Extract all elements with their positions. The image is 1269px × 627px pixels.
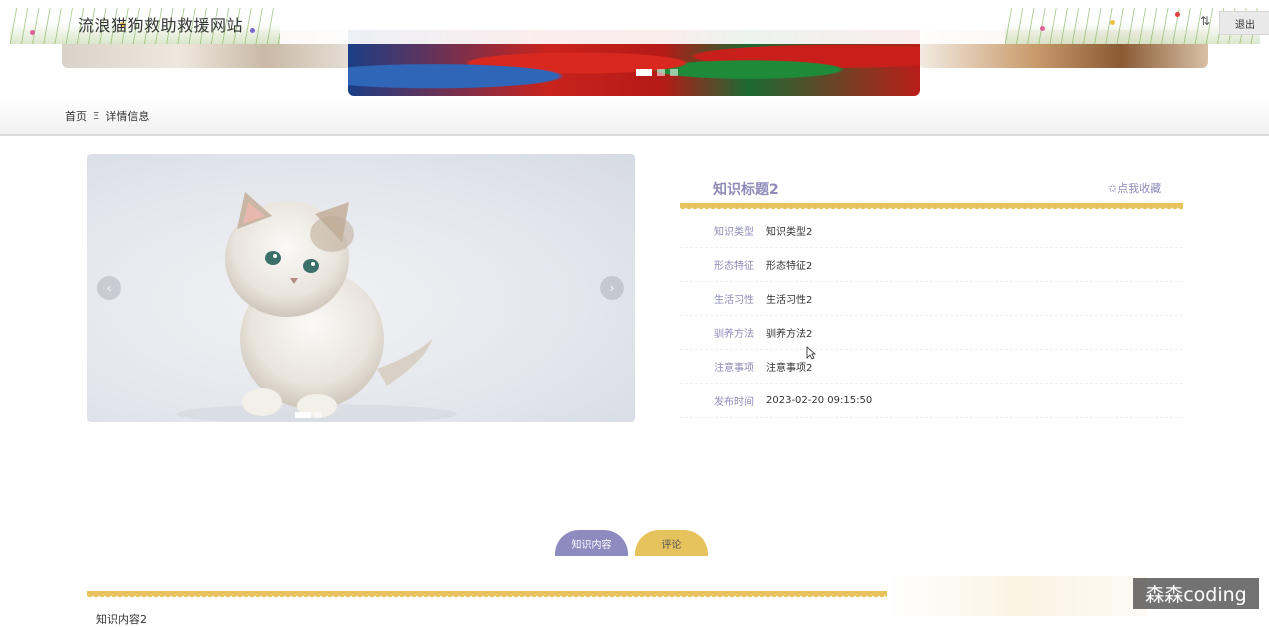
- detail-image-carousel: ‹ ›: [87, 154, 635, 422]
- info-row-notes: 注意事项 注意事项2: [680, 349, 1183, 384]
- banner-indicator-2[interactable]: [657, 69, 665, 76]
- info-value: 2023-02-20 09:15:50: [766, 394, 873, 406]
- breadcrumb-bar: 首页 Ξ 详情信息: [0, 98, 1269, 136]
- carousel-next-button[interactable]: ›: [600, 276, 624, 300]
- site-title: 流浪猫狗救助救援网站: [78, 16, 244, 35]
- info-row-training: 驯养方法 驯养方法2: [680, 315, 1183, 350]
- user-arrows-icon[interactable]: ⇅: [1200, 14, 1210, 28]
- info-label: 注意事项: [714, 362, 754, 374]
- flower-decoration: [1175, 12, 1180, 17]
- info-row-type: 知识类型 知识类型2: [680, 213, 1183, 248]
- banner-indicator-1[interactable]: [636, 69, 652, 76]
- favorite-button[interactable]: ✩点我收藏: [1108, 180, 1161, 196]
- info-value: 注意事项2: [766, 362, 813, 374]
- info-label: 发布时间: [714, 396, 754, 408]
- carousel-indicator-1[interactable]: [295, 412, 311, 418]
- content-scallop-divider: [87, 591, 887, 602]
- flower-decoration: [1110, 20, 1115, 25]
- info-value: 生活习性2: [766, 294, 813, 306]
- kitten-image: [177, 192, 457, 422]
- info-row-publish-time: 发布时间 2023-02-20 09:15:50: [680, 383, 1183, 418]
- breadcrumb-current: 详情信息: [105, 110, 150, 123]
- info-value: 驯养方法2: [766, 328, 813, 340]
- info-row-features: 形态特征 形态特征2: [680, 247, 1183, 282]
- info-label: 形态特征: [714, 260, 754, 272]
- mouse-cursor-icon: [806, 346, 816, 360]
- info-row-habits: 生活习性 生活习性2: [680, 281, 1183, 316]
- carousel-prev-button[interactable]: ‹: [97, 276, 121, 300]
- breadcrumb-separator-icon: Ξ: [93, 110, 100, 122]
- carousel-indicator-2[interactable]: [315, 412, 321, 418]
- site-header: 流浪猫狗救助救援网站 ⇅ 退出: [0, 0, 1269, 44]
- breadcrumb-home-link[interactable]: 首页: [65, 108, 87, 124]
- banner-indicator-3[interactable]: [670, 69, 678, 76]
- tab-knowledge-content[interactable]: 知识内容: [555, 530, 628, 556]
- flower-decoration: [1040, 26, 1045, 31]
- logout-button[interactable]: 退出: [1219, 11, 1269, 35]
- info-label: 知识类型: [714, 226, 754, 238]
- video-watermark: 森森coding: [1133, 578, 1259, 609]
- info-label: 驯养方法: [714, 328, 754, 340]
- info-label: 生活习性: [714, 294, 754, 306]
- flower-decoration: [250, 28, 255, 33]
- info-value: 形态特征2: [766, 260, 813, 272]
- breadcrumb: 首页 Ξ 详情信息: [65, 108, 149, 124]
- detail-title: 知识标题2: [713, 182, 779, 198]
- tab-comments[interactable]: 评论: [635, 530, 708, 556]
- knowledge-content-text: 知识内容2: [96, 613, 147, 626]
- carousel-indicators: [295, 412, 321, 418]
- flower-decoration: [30, 30, 35, 35]
- info-value: 知识类型2: [766, 226, 813, 238]
- banner-indicators: [636, 69, 678, 76]
- content-fade-overlay: [887, 576, 1147, 616]
